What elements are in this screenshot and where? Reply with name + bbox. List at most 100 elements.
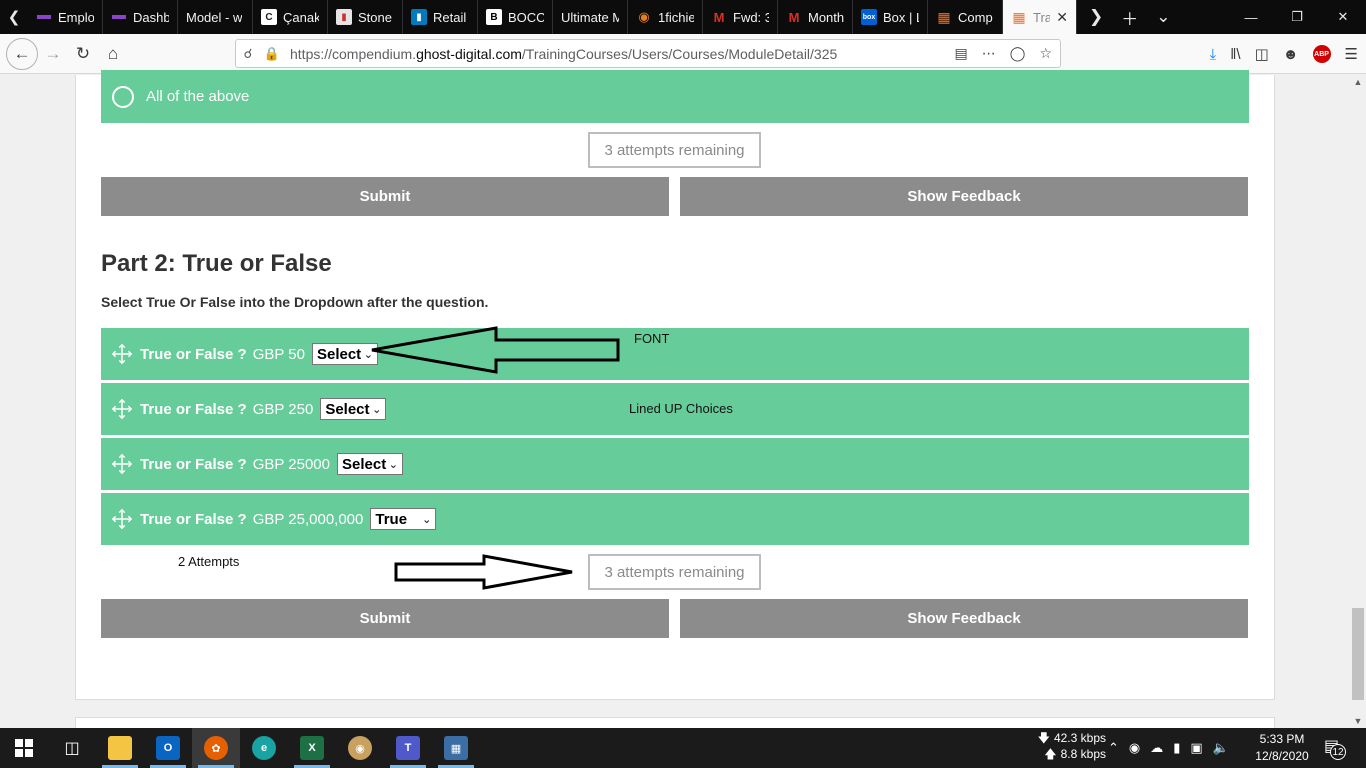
address-bar[interactable]: ☌ 🔒 https://compendium.ghost-digital.com…: [235, 39, 1061, 68]
dropdown-value: Select: [325, 400, 370, 418]
move-arrows-icon[interactable]: [111, 398, 133, 420]
reload-button[interactable]: ↻: [68, 39, 98, 69]
library-icon[interactable]: ‖\: [1230, 46, 1240, 63]
show-feedback-button-part1[interactable]: Show Feedback: [680, 177, 1248, 216]
section-title-part2: Part 2: True or False: [101, 250, 332, 277]
onedrive-cloud-icon[interactable]: ☁: [1150, 740, 1163, 756]
question-row[interactable]: True or False ? GBP 25,000,000 True ⌄: [101, 493, 1249, 545]
network-speed-widget: 🡇 42.3 kbps 🡅 8.8 kbps: [1022, 730, 1106, 766]
question-amount: GBP 25000: [252, 455, 330, 473]
question-row[interactable]: True or False ? GBP 25000 Select ⌄: [101, 438, 1249, 490]
browser-tab[interactable]: Dashb: [103, 0, 178, 34]
dropdown-value: Select: [316, 345, 362, 363]
true-false-dropdown[interactable]: Select ⌄: [311, 343, 378, 365]
pocket-icon[interactable]: ◯: [1010, 45, 1026, 62]
account-icon[interactable]: ☻: [1283, 46, 1299, 63]
browser-tab[interactable]: M Month: [778, 0, 853, 34]
file-explorer-taskbar-button[interactable]: [96, 728, 144, 768]
tab-label: Çanak: [283, 9, 319, 25]
back-button[interactable]: ←: [6, 37, 38, 70]
true-false-dropdown[interactable]: Select ⌄: [320, 398, 387, 420]
browser-tab[interactable]: Emplo: [28, 0, 103, 34]
excel-taskbar-button[interactable]: X: [288, 728, 336, 768]
browser-tab[interactable]: C Çanak: [253, 0, 328, 34]
battery-icon[interactable]: ▮: [1173, 740, 1180, 756]
url-text[interactable]: https://compendium.ghost-digital.com/Tra…: [290, 46, 837, 62]
shield-icon[interactable]: ☌: [236, 46, 260, 62]
tab-scroll-left-button[interactable]: ❮: [0, 0, 28, 34]
network-icon[interactable]: ▣: [1190, 740, 1202, 756]
page-actions-icon[interactable]: ⋯: [982, 45, 996, 62]
move-arrows-icon[interactable]: [111, 343, 133, 365]
scroll-down-arrow-icon[interactable]: ▼: [1350, 716, 1366, 726]
outlook-icon: O: [156, 736, 180, 760]
browser-tab[interactable]: B BOCC: [478, 0, 553, 34]
download-icon[interactable]: ⤓: [1210, 46, 1217, 63]
answer-option-all-of-the-above[interactable]: All of the above: [101, 70, 1249, 123]
tab-label: Tra: [1033, 9, 1051, 25]
firefox-taskbar-button[interactable]: ✿: [192, 728, 240, 768]
purple-bar-icon: [36, 9, 52, 25]
browser-tab[interactable]: M Fwd: 3: [703, 0, 778, 34]
sidebar-icon[interactable]: ◫: [1255, 45, 1269, 63]
true-false-dropdown[interactable]: Select ⌄: [337, 453, 403, 475]
browser-tab[interactable]: box Box | L: [853, 0, 928, 34]
scrollbar-thumb[interactable]: [1352, 608, 1364, 700]
page-scrollbar[interactable]: ▲ ▼: [1350, 75, 1366, 728]
browser-tab-bar: ❮ Emplo Dashb Model - w C Çanak ▮ Stone …: [0, 0, 1366, 34]
show-hidden-icons-chevron-up-icon[interactable]: ⌃: [1108, 740, 1119, 756]
paint-taskbar-button[interactable]: ◉: [336, 728, 384, 768]
browser-tab-active[interactable]: ▦ Tra ✕: [1003, 0, 1077, 34]
adblock-plus-icon[interactable]: ABP: [1312, 45, 1331, 63]
edge-taskbar-button[interactable]: e: [240, 728, 288, 768]
outlook-taskbar-button[interactable]: O: [144, 728, 192, 768]
annotation-attempts-note: 2 Attempts: [178, 554, 240, 569]
radio-button[interactable]: [112, 85, 134, 108]
forward-button[interactable]: →: [38, 39, 68, 69]
tab-scroll-right-button[interactable]: ❯: [1089, 7, 1103, 27]
move-arrows-icon[interactable]: [111, 453, 133, 475]
submit-button-part1[interactable]: Submit: [101, 177, 669, 216]
home-button[interactable]: ⌂: [98, 39, 128, 69]
show-feedback-button-part2[interactable]: Show Feedback: [680, 599, 1248, 638]
browser-tab[interactable]: ▮ Retail: [403, 0, 478, 34]
move-arrows-icon[interactable]: [111, 508, 133, 530]
calculator-taskbar-button[interactable]: ▦: [432, 728, 480, 768]
browser-tab[interactable]: ▦ Comp: [928, 0, 1003, 34]
fichier-icon: ◉: [638, 9, 650, 24]
clock-date: 12/8/2020: [1255, 749, 1309, 763]
scroll-up-arrow-icon[interactable]: ▲: [1350, 77, 1366, 87]
tab-label: Fwd: 3: [733, 9, 769, 25]
window-close-button[interactable]: ✕: [1320, 0, 1366, 34]
lock-icon[interactable]: 🔒: [260, 46, 284, 62]
trello-icon: ▮: [411, 9, 427, 25]
task-view-button[interactable]: ◫: [48, 728, 96, 768]
submit-button-part2[interactable]: Submit: [101, 599, 669, 638]
new-tab-button[interactable]: ＋: [1121, 5, 1138, 30]
question-label: True or False ?: [140, 510, 247, 528]
browser-tab[interactable]: ▮ Stone: [328, 0, 403, 34]
maximize-button[interactable]: ❐: [1274, 0, 1320, 34]
excel-icon: X: [300, 736, 324, 760]
tab-list-chevron-down-icon[interactable]: ⌄: [1156, 7, 1170, 27]
start-button[interactable]: [0, 728, 48, 768]
attempts-remaining-part1: 3 attempts remaining: [588, 132, 761, 168]
question-row[interactable]: True or False ? GBP 50 Select ⌄: [101, 328, 1249, 380]
taskbar-clock[interactable]: 5:33 PM 12/8/2020: [1250, 731, 1314, 765]
browser-tab[interactable]: Ultimate M: [553, 0, 628, 34]
browser-tab[interactable]: ◉ 1fichie: [628, 0, 703, 34]
close-icon[interactable]: ✕: [1056, 9, 1068, 26]
tab-label: Ultimate M: [561, 9, 619, 25]
notification-center-button[interactable]: ▤ 12: [1322, 736, 1346, 760]
true-false-dropdown[interactable]: True ⌄: [370, 508, 437, 530]
reader-view-icon[interactable]: ▤: [955, 45, 968, 62]
volume-icon[interactable]: 🔈: [1213, 740, 1229, 756]
minimize-button[interactable]: —: [1228, 0, 1274, 34]
edge-icon: e: [252, 736, 276, 760]
teams-taskbar-button[interactable]: T: [384, 728, 432, 768]
browser-tab[interactable]: Model - w: [178, 0, 253, 34]
question-amount: GBP 50: [252, 345, 305, 363]
meet-now-icon[interactable]: ◉: [1129, 740, 1140, 756]
menu-hamburger-icon[interactable]: ☰: [1345, 45, 1358, 63]
bookmark-star-icon[interactable]: ☆: [1039, 45, 1052, 62]
